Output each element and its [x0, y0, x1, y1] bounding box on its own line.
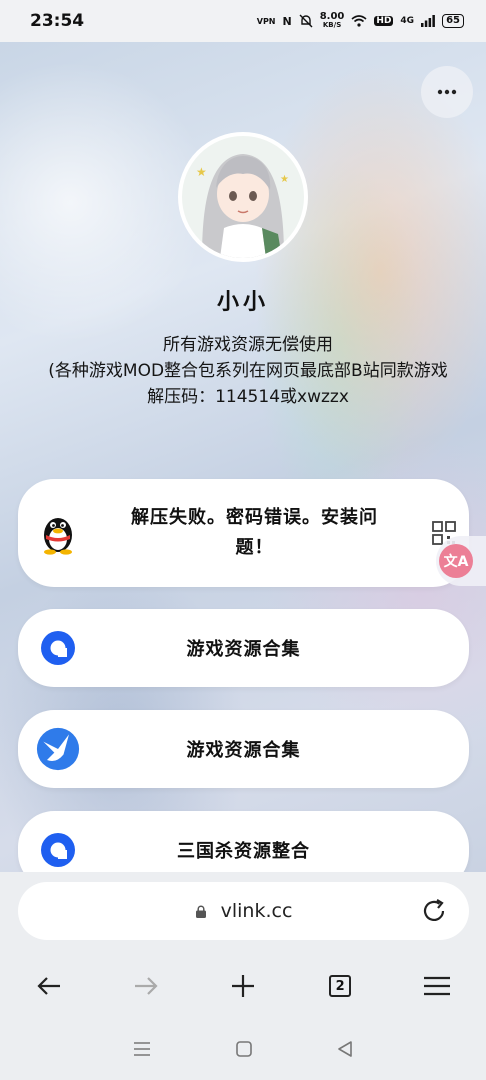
profile-page: ★ ★ 小小 所有游戏资源无偿使用 (各种游戏MOD整合包系列在网页最底部B站同…: [0, 42, 486, 872]
more-options-button[interactable]: [421, 66, 473, 118]
link-card-game-resources-1[interactable]: 游戏资源合集: [18, 609, 469, 687]
link-card-sanguosha[interactable]: 三国杀资源整合: [18, 811, 469, 872]
lock-icon: [195, 905, 206, 918]
hd-icon: HD: [374, 16, 394, 26]
cloud-drive-icon: [36, 626, 80, 670]
browser-toolbar: vlink.cc 2: [0, 872, 486, 1080]
svg-text:★: ★: [280, 174, 289, 185]
more-dots-icon: [437, 89, 457, 95]
signal-icon: [421, 15, 435, 27]
link-label: 游戏资源合集: [186, 740, 301, 761]
battery-icon: 65: [442, 14, 464, 28]
link-label: 解压失败。密码错误。安装问题！: [131, 507, 378, 558]
svg-text:★: ★: [196, 165, 207, 179]
bio-line: 所有游戏资源无偿使用: [163, 335, 333, 355]
bio-line: (各种游戏MOD整合包系列在网页最底部B站同款游戏: [48, 361, 448, 381]
browser-nav: 2: [0, 964, 486, 1008]
avatar: ★ ★: [178, 132, 308, 262]
link-label: 三国杀资源整合: [177, 841, 310, 862]
avatar-image: ★ ★: [182, 136, 304, 258]
url-text: vlink.cc: [220, 900, 293, 922]
status-time: 23:54: [30, 11, 85, 31]
profile-bio: 所有游戏资源无偿使用 (各种游戏MOD整合包系列在网页最底部B站同款游戏 解压码…: [38, 332, 458, 410]
network-speed: 8.00 KB/S: [319, 11, 345, 30]
hamburger-menu-icon: [424, 976, 451, 996]
new-tab-button[interactable]: [223, 966, 263, 1006]
status-icons: VPN N 8.00 KB/S HD 4G 65: [257, 12, 464, 30]
system-nav-bar: [0, 1034, 486, 1064]
translate-icon: 文A: [439, 544, 473, 578]
back-arrow-icon: [37, 977, 60, 995]
tab-count: 2: [329, 975, 352, 997]
wifi-icon: [351, 15, 367, 27]
forward-button[interactable]: [126, 966, 166, 1006]
vpn-icon: VPN: [256, 16, 276, 26]
network-type: 4G: [400, 16, 415, 26]
address-bar[interactable]: vlink.cc: [18, 882, 469, 940]
bio-line: 解压码：114514或xwzzx: [147, 387, 349, 407]
profile-name: 小小: [216, 290, 269, 315]
recents-icon[interactable]: [133, 1041, 151, 1057]
forward-arrow-icon: [134, 977, 158, 995]
translate-float-button[interactable]: 文A: [436, 536, 486, 586]
link-card-game-resources-2[interactable]: 游戏资源合集: [18, 710, 469, 788]
bird-icon: [36, 727, 80, 771]
back-button[interactable]: [29, 966, 69, 1006]
nfc-icon: N: [282, 14, 292, 28]
menu-button[interactable]: [417, 966, 457, 1006]
system-back-icon[interactable]: [337, 1041, 353, 1057]
link-label: 游戏资源合集: [186, 639, 301, 660]
tabs-button[interactable]: 2: [320, 966, 360, 1006]
qq-penguin-icon: [36, 511, 80, 555]
cloud-drive-icon: [36, 828, 80, 872]
status-bar: 23:54 VPN N 8.00 KB/S HD 4G 65: [0, 0, 486, 42]
home-icon[interactable]: [236, 1041, 252, 1057]
plus-icon: [231, 975, 254, 997]
link-card-help[interactable]: 解压失败。密码错误。安装问题！: [18, 479, 469, 587]
reload-icon[interactable]: [421, 898, 447, 924]
mute-bell-icon: [299, 14, 313, 28]
